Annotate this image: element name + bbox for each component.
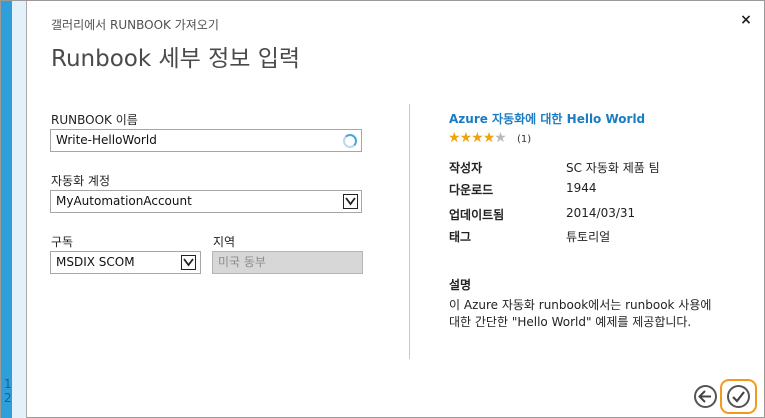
region-label: 지역 xyxy=(213,235,236,249)
wizard-steps: 1 2 xyxy=(4,377,26,405)
author-value: SC 자동화 제품 팀 xyxy=(566,161,660,175)
tags-label: 태그 xyxy=(449,230,472,244)
wizard-sidebar: 1 2 xyxy=(1,1,27,418)
back-button[interactable] xyxy=(694,385,717,408)
tags-value: 튜토리얼 xyxy=(566,230,611,244)
star-filled-icon: ★ xyxy=(471,130,484,146)
updated-label: 업데이트됨 xyxy=(449,208,505,222)
runbook-name-label: RUNBOOK 이름 xyxy=(51,113,138,127)
automation-account-select[interactable]: MyAutomationAccount xyxy=(50,190,362,213)
star-empty-icon: ★ xyxy=(494,130,507,146)
confirm-circle xyxy=(727,385,750,408)
rating-stars: ★★★★★ xyxy=(448,130,507,146)
step-1[interactable]: 1 xyxy=(4,377,15,391)
runbook-name-value: Write-HelloWorld xyxy=(56,133,157,147)
description-title: 설명 xyxy=(449,278,472,292)
automation-account-label: 자동화 계정 xyxy=(51,174,111,188)
downloads-value: 1944 xyxy=(566,181,597,195)
subscription-select[interactable]: MSDIX SCOM xyxy=(50,251,201,274)
dialog-subtitle: 갤러리에서 RUNBOOK 가져오기 xyxy=(51,18,219,32)
page-title: Runbook 세부 정보 입력 xyxy=(51,46,301,72)
downloads-label: 다운로드 xyxy=(449,183,494,197)
author-label: 작성자 xyxy=(449,161,483,175)
arrow-left-icon xyxy=(698,390,711,403)
description-text: 이 Azure 자동화 runbook에서는 runbook 사용에 대한 간단… xyxy=(449,297,719,331)
star-filled-icon: ★ xyxy=(482,130,496,146)
rating-count: (1) xyxy=(517,134,532,145)
confirm-button[interactable] xyxy=(720,379,757,414)
description-line: 이 Azure 자동화 runbook에서는 runbook 사용에 xyxy=(449,298,712,312)
star-filled-icon: ★ xyxy=(459,130,473,146)
chevron-down-icon[interactable] xyxy=(181,255,196,270)
region-input: 미국 동부 xyxy=(212,251,363,274)
description-line: 대한 간단한 "Hello World" 예제를 제공합니다. xyxy=(449,315,692,329)
sidebar-track xyxy=(12,1,26,418)
step-2[interactable]: 2 xyxy=(4,391,15,405)
runbook-name-input[interactable]: Write-HelloWorld xyxy=(50,129,362,152)
subscription-label: 구독 xyxy=(51,235,74,249)
loading-spinner-icon xyxy=(343,134,357,148)
close-icon[interactable]: × xyxy=(738,12,754,28)
dialog: 1 2 갤러리에서 RUNBOOK 가져오기 Runbook 세부 정보 입력 … xyxy=(0,0,765,418)
updated-value: 2014/03/31 xyxy=(566,206,636,220)
checkmark-icon xyxy=(732,391,745,403)
automation-account-value: MyAutomationAccount xyxy=(56,194,192,208)
subscription-value: MSDIX SCOM xyxy=(56,255,135,269)
star-filled-icon: ★ xyxy=(448,130,461,146)
column-divider xyxy=(409,104,410,359)
chevron-down-icon[interactable] xyxy=(343,194,358,209)
region-value: 미국 동부 xyxy=(218,255,266,269)
runbook-title-link[interactable]: Azure 자동화에 대한 Hello World xyxy=(449,110,645,127)
sidebar-accent xyxy=(1,1,12,418)
